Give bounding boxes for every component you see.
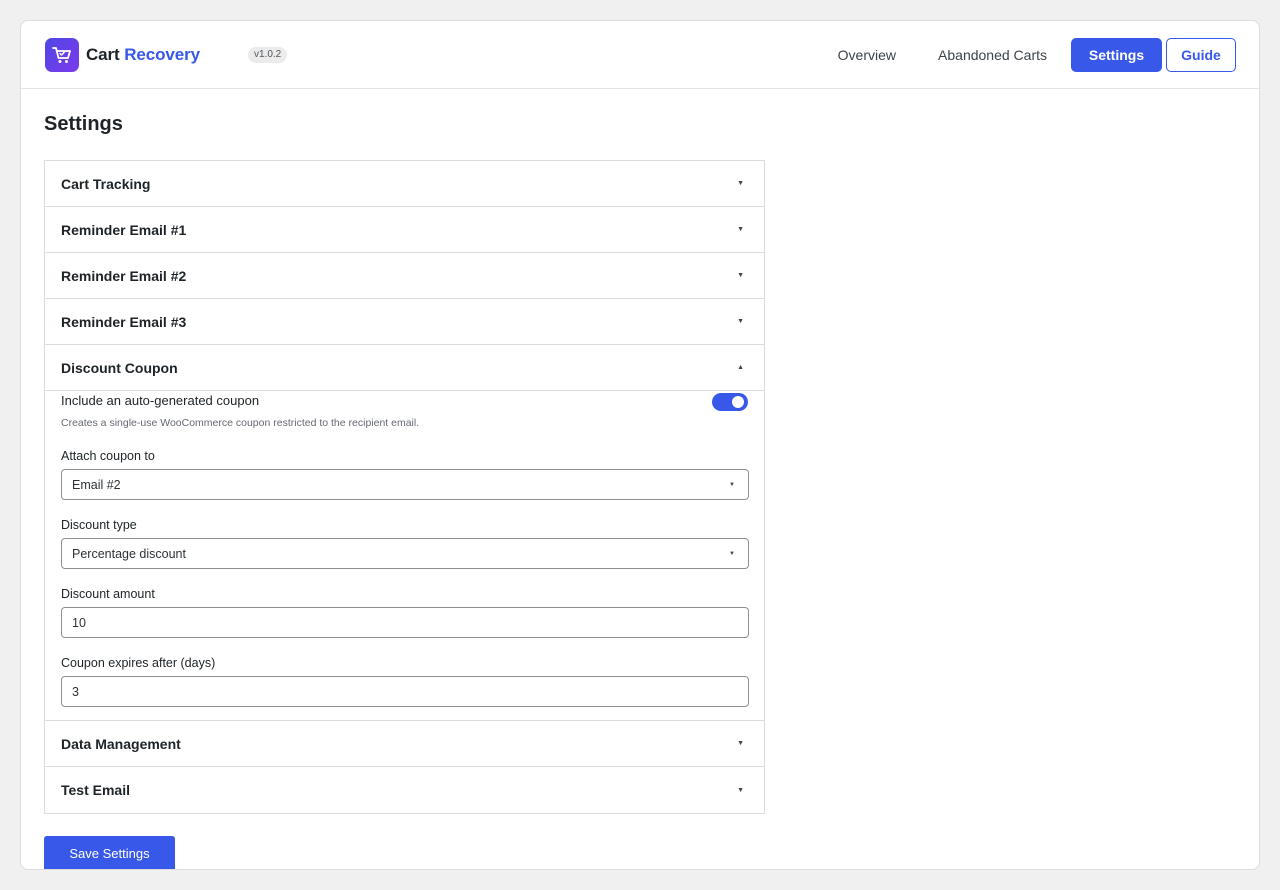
caret-down-icon: ▼ <box>737 318 744 325</box>
attach-coupon-value: Email #2 <box>72 477 121 492</box>
nav-abandoned-carts[interactable]: Abandoned Carts <box>917 38 1068 72</box>
nav-guide-button[interactable]: Guide <box>1166 37 1236 72</box>
discount-type-label: Discount type <box>61 518 137 532</box>
section-reminder-email-3-header[interactable]: Reminder Email #3 ▼ <box>45 299 764 345</box>
discount-type-select[interactable]: Percentage discount ▼ <box>61 538 749 569</box>
nav-settings-button[interactable]: Settings <box>1071 37 1162 72</box>
caret-down-icon: ▼ <box>737 272 744 279</box>
section-title: Cart Tracking <box>61 175 151 192</box>
discount-amount-label: Discount amount <box>61 587 155 601</box>
caret-down-icon: ▼ <box>737 180 744 187</box>
version-badge: v1.0.2 <box>247 46 288 63</box>
discount-amount-input[interactable]: 10 <box>61 607 749 638</box>
section-reminder-email-1-header[interactable]: Reminder Email #1 ▼ <box>45 207 764 253</box>
nav-overview[interactable]: Overview <box>817 38 917 72</box>
section-title: Reminder Email #1 <box>61 221 187 238</box>
coupon-toggle-switch[interactable] <box>712 393 748 411</box>
section-title: Reminder Email #3 <box>61 313 187 330</box>
coupon-toggle-label: Include an auto-generated coupon <box>61 393 260 408</box>
caret-down-icon: ▼ <box>737 786 744 794</box>
coupon-expiry-value: 3 <box>72 684 79 699</box>
section-discount-coupon-header[interactable]: Discount Coupon ▲ <box>45 345 764 391</box>
section-cart-tracking-header[interactable]: Cart Tracking ▼ <box>45 161 764 207</box>
section-title: Discount Coupon <box>61 359 178 376</box>
attach-coupon-label: Attach coupon to <box>61 449 155 463</box>
brand-name-primary: Cart <box>86 44 120 64</box>
coupon-expiry-label: Coupon expires after (days) <box>61 656 216 670</box>
app-logo <box>45 37 79 72</box>
coupon-toggle-help: Creates a single-use WooCommerce coupon … <box>61 417 420 429</box>
caret-down-icon: ▼ <box>737 226 744 233</box>
section-reminder-email-2-header[interactable]: Reminder Email #2 ▼ <box>45 253 764 299</box>
caret-up-icon: ▲ <box>737 364 744 371</box>
chevron-down-icon: ▼ <box>729 550 735 557</box>
section-data-management-header[interactable]: Data Management ▼ <box>45 721 764 767</box>
section-test-email-header[interactable]: Test Email ▼ <box>45 767 764 813</box>
discount-amount-value: 10 <box>72 615 86 630</box>
attach-coupon-select[interactable]: Email #2 ▼ <box>61 469 749 500</box>
main-nav: Overview Abandoned Carts Settings Guide <box>817 37 1236 72</box>
brand-name-accent: Recovery <box>124 44 200 64</box>
toggle-knob <box>732 396 744 408</box>
coupon-toggle-row: Include an auto-generated coupon <box>61 391 748 411</box>
chevron-down-icon: ▼ <box>729 481 735 488</box>
app-header: Cart Recovery v1.0.2 Overview Abandoned … <box>21 21 1259 89</box>
section-discount-coupon-body: Include an auto-generated coupon Creates… <box>45 391 764 721</box>
brand-name: Cart Recovery <box>86 45 200 65</box>
section-title: Reminder Email #2 <box>61 267 187 284</box>
coupon-expiry-input[interactable]: 3 <box>61 676 749 707</box>
settings-card: Cart Recovery v1.0.2 Overview Abandoned … <box>20 20 1260 870</box>
shopping-cart-icon <box>52 46 71 63</box>
section-title: Data Management <box>61 735 181 752</box>
caret-down-icon: ▼ <box>737 740 744 747</box>
discount-type-value: Percentage discount <box>72 546 186 561</box>
page-title: Settings <box>44 113 123 135</box>
settings-accordion: Cart Tracking ▼ Reminder Email #1 ▼ Remi… <box>44 160 765 814</box>
section-title: Test Email <box>61 782 130 798</box>
save-settings-button[interactable]: Save Settings <box>44 836 175 869</box>
